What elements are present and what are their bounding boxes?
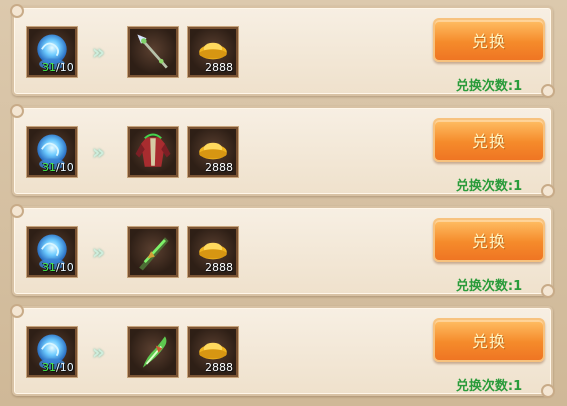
exchange-button-label: 兑换 — [471, 32, 506, 51]
material-count: 31/10 — [42, 61, 74, 74]
arrow-right-icon: » — [92, 240, 105, 264]
arrow-right-icon: » — [92, 140, 105, 164]
spear-icon — [137, 34, 168, 69]
exchange-row: 31/10 » 2888 兑换 兑换次数:1 — [10, 4, 555, 98]
exchange-times: 兑换次数:1 — [455, 379, 523, 394]
exchange-panel: 31/10 » 2888 兑换 兑换次数:1 31/10 » 2888 兑换 兑… — [0, 0, 567, 406]
green-flame-sword-icon — [142, 336, 167, 368]
exchange-button[interactable]: 兑换 — [433, 318, 545, 362]
red-robe-armor-icon — [135, 133, 171, 167]
reward-slot[interactable] — [128, 27, 178, 77]
currency-slot[interactable]: 2888 — [188, 227, 238, 277]
exchange-row: 31/10 » 2888 兑换 兑换次数:1 — [10, 204, 555, 298]
currency-slot[interactable]: 2888 — [188, 27, 238, 77]
material-count: 31/10 — [42, 261, 74, 274]
exchange-button[interactable]: 兑换 — [433, 18, 545, 62]
reward-slot[interactable] — [128, 327, 178, 377]
exchange-button[interactable]: 兑换 — [433, 118, 545, 162]
arrow-right-icon: » — [92, 40, 105, 64]
material-count: 31/10 — [42, 361, 74, 374]
material-slot[interactable]: 31/10 — [27, 327, 77, 377]
currency-quantity: 2888 — [205, 161, 233, 174]
exchange-button[interactable]: 兑换 — [433, 218, 545, 262]
reward-slot[interactable] — [128, 227, 178, 277]
currency-quantity: 2888 — [205, 261, 233, 274]
exchange-times: 兑换次数:1 — [455, 79, 523, 94]
exchange-button-label: 兑换 — [471, 332, 506, 351]
currency-slot[interactable]: 2888 — [188, 127, 238, 177]
exchange-row: 31/10 » 2888 兑换 兑换次数:1 — [10, 304, 555, 398]
exchange-times: 兑换次数:1 — [455, 279, 523, 294]
material-slot[interactable]: 31/10 — [27, 227, 77, 277]
exchange-button-label: 兑换 — [471, 132, 506, 151]
reward-slot[interactable] — [128, 127, 178, 177]
material-slot[interactable]: 31/10 — [27, 27, 77, 77]
exchange-button-label: 兑换 — [471, 232, 506, 251]
arrow-right-icon: » — [92, 340, 105, 364]
currency-quantity: 2888 — [205, 61, 233, 74]
material-count: 31/10 — [42, 161, 74, 174]
currency-slot[interactable]: 2888 — [188, 327, 238, 377]
green-blade-icon — [139, 237, 169, 271]
currency-quantity: 2888 — [205, 361, 233, 374]
material-slot[interactable]: 31/10 — [27, 127, 77, 177]
exchange-times: 兑换次数:1 — [455, 179, 523, 194]
exchange-row: 31/10 » 2888 兑换 兑换次数:1 — [10, 104, 555, 198]
